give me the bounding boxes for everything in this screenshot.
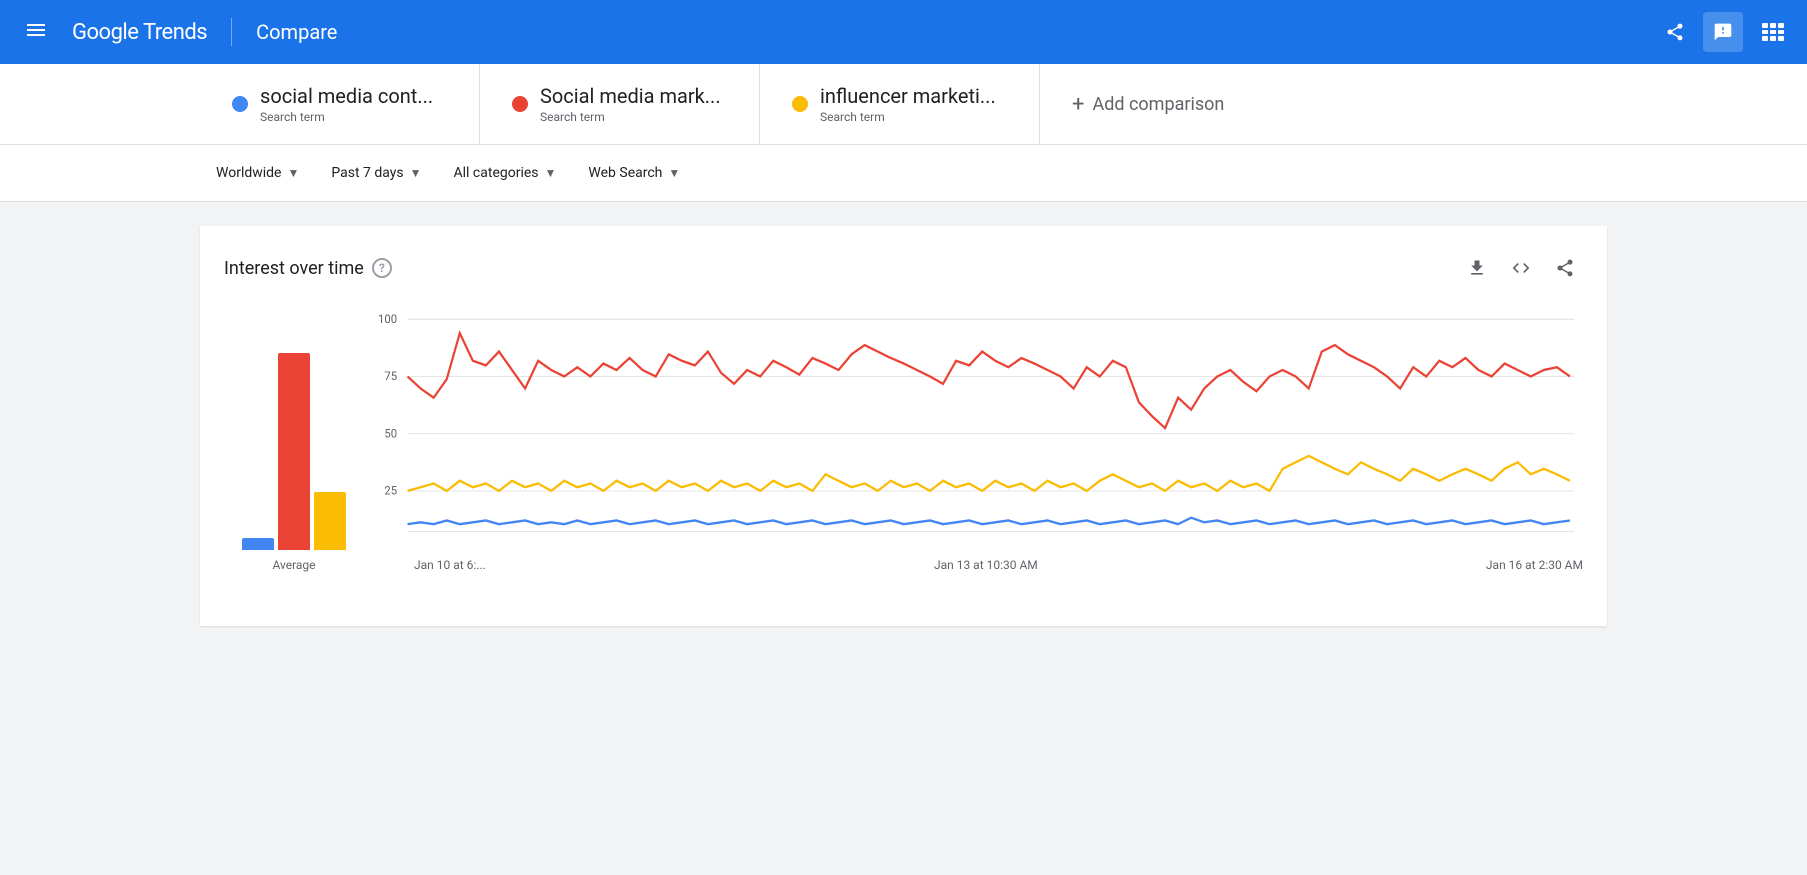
page-title: Compare [256,20,337,44]
term1-dot [232,96,248,112]
search-type-arrow-icon: ▼ [668,166,680,180]
apps-icon[interactable] [1751,12,1791,52]
app-logo: Google Trends [72,20,207,45]
feedback-icon[interactable] [1703,12,1743,52]
term1-name: social media cont... [260,84,433,108]
chart-area: Average 100 75 50 25 [224,310,1583,602]
search-term-item-1[interactable]: social media cont... Search term [200,64,480,144]
app-header: Google Trends Compare [0,0,1807,64]
x-label-2: Jan 13 at 10:30 AM [934,558,1038,572]
line-chart-svg: 100 75 50 25 [364,310,1583,550]
embed-icon[interactable] [1503,250,1539,286]
term2-name: Social media mark... [540,84,721,108]
chart-title-group: Interest over time ? [224,258,392,279]
add-icon: + [1072,92,1084,117]
time-range-arrow-icon: ▼ [410,166,422,180]
interest-over-time-card: Interest over time ? [200,226,1607,626]
search-term-item-2[interactable]: Social media mark... Search term [480,64,760,144]
term3-dot [792,96,808,112]
x-label-1: Jan 10 at 6:... [414,558,486,572]
term2-dot [512,96,528,112]
term3-text: influencer marketi... Search term [820,84,996,124]
chart-header: Interest over time ? [224,250,1583,286]
svg-text:75: 75 [384,369,397,383]
svg-text:50: 50 [384,426,397,440]
x-axis-labels: Jan 10 at 6:... Jan 13 at 10:30 AM Jan 1… [364,554,1583,572]
menu-icon[interactable] [16,10,56,55]
chart-title: Interest over time [224,258,364,279]
header-divider [231,18,232,46]
search-type-filter[interactable]: Web Search ▼ [572,157,696,189]
category-arrow-icon: ▼ [545,166,557,180]
category-label: All categories [454,165,539,181]
x-label-3: Jan 16 at 2:30 AM [1486,558,1583,572]
term2-text: Social media mark... Search term [540,84,721,124]
filters-bar: Worldwide ▼ Past 7 days ▼ All categories… [0,145,1807,202]
search-term-item-3[interactable]: influencer marketi... Search term [760,64,1040,144]
bar-term3 [314,492,346,550]
term1-text: social media cont... Search term [260,84,433,124]
location-filter[interactable]: Worldwide ▼ [200,157,315,189]
term3-type: Search term [820,110,996,124]
bar-term2 [278,353,310,550]
chart-actions [1459,250,1583,286]
term1-type: Search term [260,110,433,124]
header-actions [1655,12,1791,52]
svg-text:100: 100 [378,312,397,326]
add-comparison-button[interactable]: + Add comparison [1040,64,1256,144]
help-icon[interactable]: ? [372,258,392,278]
bars-container [242,310,346,550]
time-range-label: Past 7 days [331,165,403,181]
term2-type: Search term [540,110,721,124]
term3-name: influencer marketi... [820,84,996,108]
category-filter[interactable]: All categories ▼ [438,157,573,189]
share-icon[interactable] [1655,12,1695,52]
add-comparison-label: Add comparison [1092,94,1224,115]
average-label: Average [272,558,315,572]
main-content: Interest over time ? [0,202,1807,650]
share-chart-icon[interactable] [1547,250,1583,286]
svg-text:25: 25 [384,483,397,497]
location-arrow-icon: ▼ [287,166,299,180]
download-icon[interactable] [1459,250,1495,286]
location-label: Worldwide [216,165,281,181]
time-range-filter[interactable]: Past 7 days ▼ [315,157,437,189]
line-chart-container: 100 75 50 25 Jan 10 at 6:... Jan 13 at 1… [364,310,1583,602]
bar-chart-area: Average [224,310,364,602]
search-terms-bar: social media cont... Search term Social … [0,64,1807,145]
bar-term1 [242,538,274,550]
search-type-label: Web Search [588,165,662,181]
